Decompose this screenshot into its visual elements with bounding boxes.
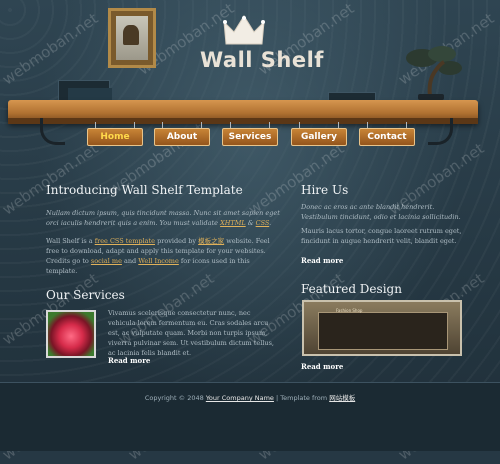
nav-item-home[interactable]: Home [87, 122, 143, 146]
services-text: Vivamus scelerisque consectetur nunc, ne… [108, 309, 274, 357]
company-link[interactable]: Your Company Name [206, 394, 274, 402]
bonsai-tree-icon [406, 46, 462, 100]
nav-item-contact[interactable]: Contact [359, 122, 415, 146]
featured-preview-title: Fashion Shop [336, 308, 363, 313]
hire-read-more-link[interactable]: Read more [301, 256, 343, 265]
wall-picture-frame [108, 8, 156, 68]
nav-item-about[interactable]: About [154, 122, 210, 146]
hire-text: Mauris lacus tortor, congue laoreet rutr… [301, 227, 462, 245]
css-link[interactable]: CSS [256, 219, 270, 227]
nav-item-services[interactable]: Services [222, 122, 278, 146]
site-logo[interactable]: Wall Shelf [200, 48, 324, 72]
intro-body-text: Wall Shelf is a free CSS template provid… [46, 237, 270, 275]
featured-title: Featured Design [301, 282, 402, 296]
footer-copyright: Copyright © 2048 Your Company Name | Tem… [144, 394, 356, 402]
crown-logo-icon [223, 15, 265, 45]
well-income-link[interactable]: Well Income [138, 257, 179, 265]
intro-italic-text: Nullam dictum ipsum, quis tincidunt mass… [46, 209, 280, 227]
intro-title: Introducing Wall Shelf Template [46, 183, 243, 197]
nav-home-label[interactable]: Home [87, 128, 143, 146]
featured-design-preview[interactable]: Fashion Shop [302, 300, 462, 356]
nav-contact-label[interactable]: Contact [359, 128, 415, 146]
services-thumbnail [46, 310, 96, 358]
free-css-template-link[interactable]: free CSS template [95, 237, 155, 245]
xhtml-link[interactable]: XHTML [220, 219, 246, 227]
nav-item-gallery[interactable]: Gallery [291, 122, 347, 146]
social-me-link[interactable]: social me [91, 257, 122, 265]
services-title: Our Services [46, 288, 125, 302]
hire-italic-text: Donec ac eros ac ante blandit hendrerit.… [301, 203, 461, 221]
template-source-link[interactable]: 网站模板 [329, 394, 355, 402]
featured-read-more-link[interactable]: Read more [301, 362, 343, 371]
services-read-more-link[interactable]: Read more [108, 356, 150, 365]
hire-title: Hire Us [301, 183, 349, 197]
nav-gallery-label[interactable]: Gallery [291, 128, 347, 146]
provider-link[interactable]: 模板之家 [198, 237, 224, 245]
nav-about-label[interactable]: About [154, 128, 210, 146]
nav-services-label[interactable]: Services [222, 128, 278, 146]
